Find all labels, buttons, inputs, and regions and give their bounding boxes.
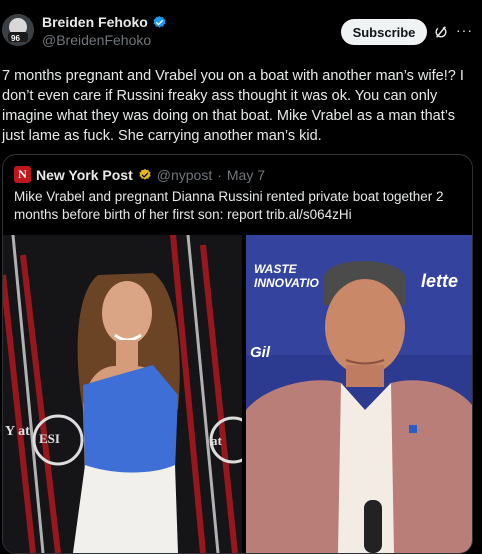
avatar[interactable]: 96: [2, 14, 34, 46]
subscribe-button[interactable]: Subscribe: [341, 19, 427, 45]
author-name[interactable]: Breiden Fehoko: [42, 14, 148, 30]
woman-photo-illustration: Y at ESI at: [3, 235, 242, 553]
tweet-text: 7 months pregnant and Vrabel you on a bo…: [2, 68, 464, 144]
grok-icon[interactable]: [434, 25, 448, 39]
sponsor-text-3: lette: [421, 271, 458, 291]
photo-woman-red-carpet[interactable]: Y at ESI at: [3, 235, 242, 553]
quoted-author-handle[interactable]: @nypost: [157, 167, 212, 183]
avatar-image: 96: [2, 14, 34, 46]
post: 96 Breiden Fehoko @BreidenFehoko Subscri…: [0, 0, 482, 554]
quoted-post-date[interactable]: May 7: [227, 167, 265, 183]
nypost-logo: N: [14, 166, 31, 183]
post-header: Breiden Fehoko @BreidenFehoko: [42, 14, 167, 48]
gold-verified-badge-icon: [139, 168, 151, 180]
quoted-author-name[interactable]: New York Post: [36, 167, 133, 183]
quoted-post-header: N New York Post @nypost · May 7: [14, 166, 265, 183]
more-options-icon[interactable]: ···: [456, 22, 473, 38]
photo-man-press-conference[interactable]: WASTE INNOVATIO lette Gil: [246, 235, 472, 553]
man-photo-illustration: WASTE INNOVATIO lette Gil: [246, 235, 472, 553]
quoted-post-media[interactable]: Y at ESI at WASTE INNOVATIO lette Gil: [3, 235, 472, 553]
verified-badge-icon: [153, 15, 166, 28]
sponsor-text-2: INNOVATIO: [254, 276, 320, 290]
backdrop-text-3: at: [211, 433, 223, 448]
sponsor-text-1: WASTE: [254, 262, 298, 276]
backdrop-text-2: ESI: [39, 431, 60, 446]
sponsor-text-4: Gil: [250, 344, 271, 361]
author-handle[interactable]: @BreidenFehoko: [42, 32, 167, 48]
quoted-post-text: Mike Vrabel and pregnant Dianna Russini …: [14, 189, 444, 222]
backdrop-text-1: Y at: [5, 424, 30, 439]
quoted-post[interactable]: N New York Post @nypost · May 7 Mike Vra…: [2, 154, 473, 554]
svg-text:96: 96: [11, 34, 20, 43]
separator-dot: ·: [217, 166, 222, 183]
